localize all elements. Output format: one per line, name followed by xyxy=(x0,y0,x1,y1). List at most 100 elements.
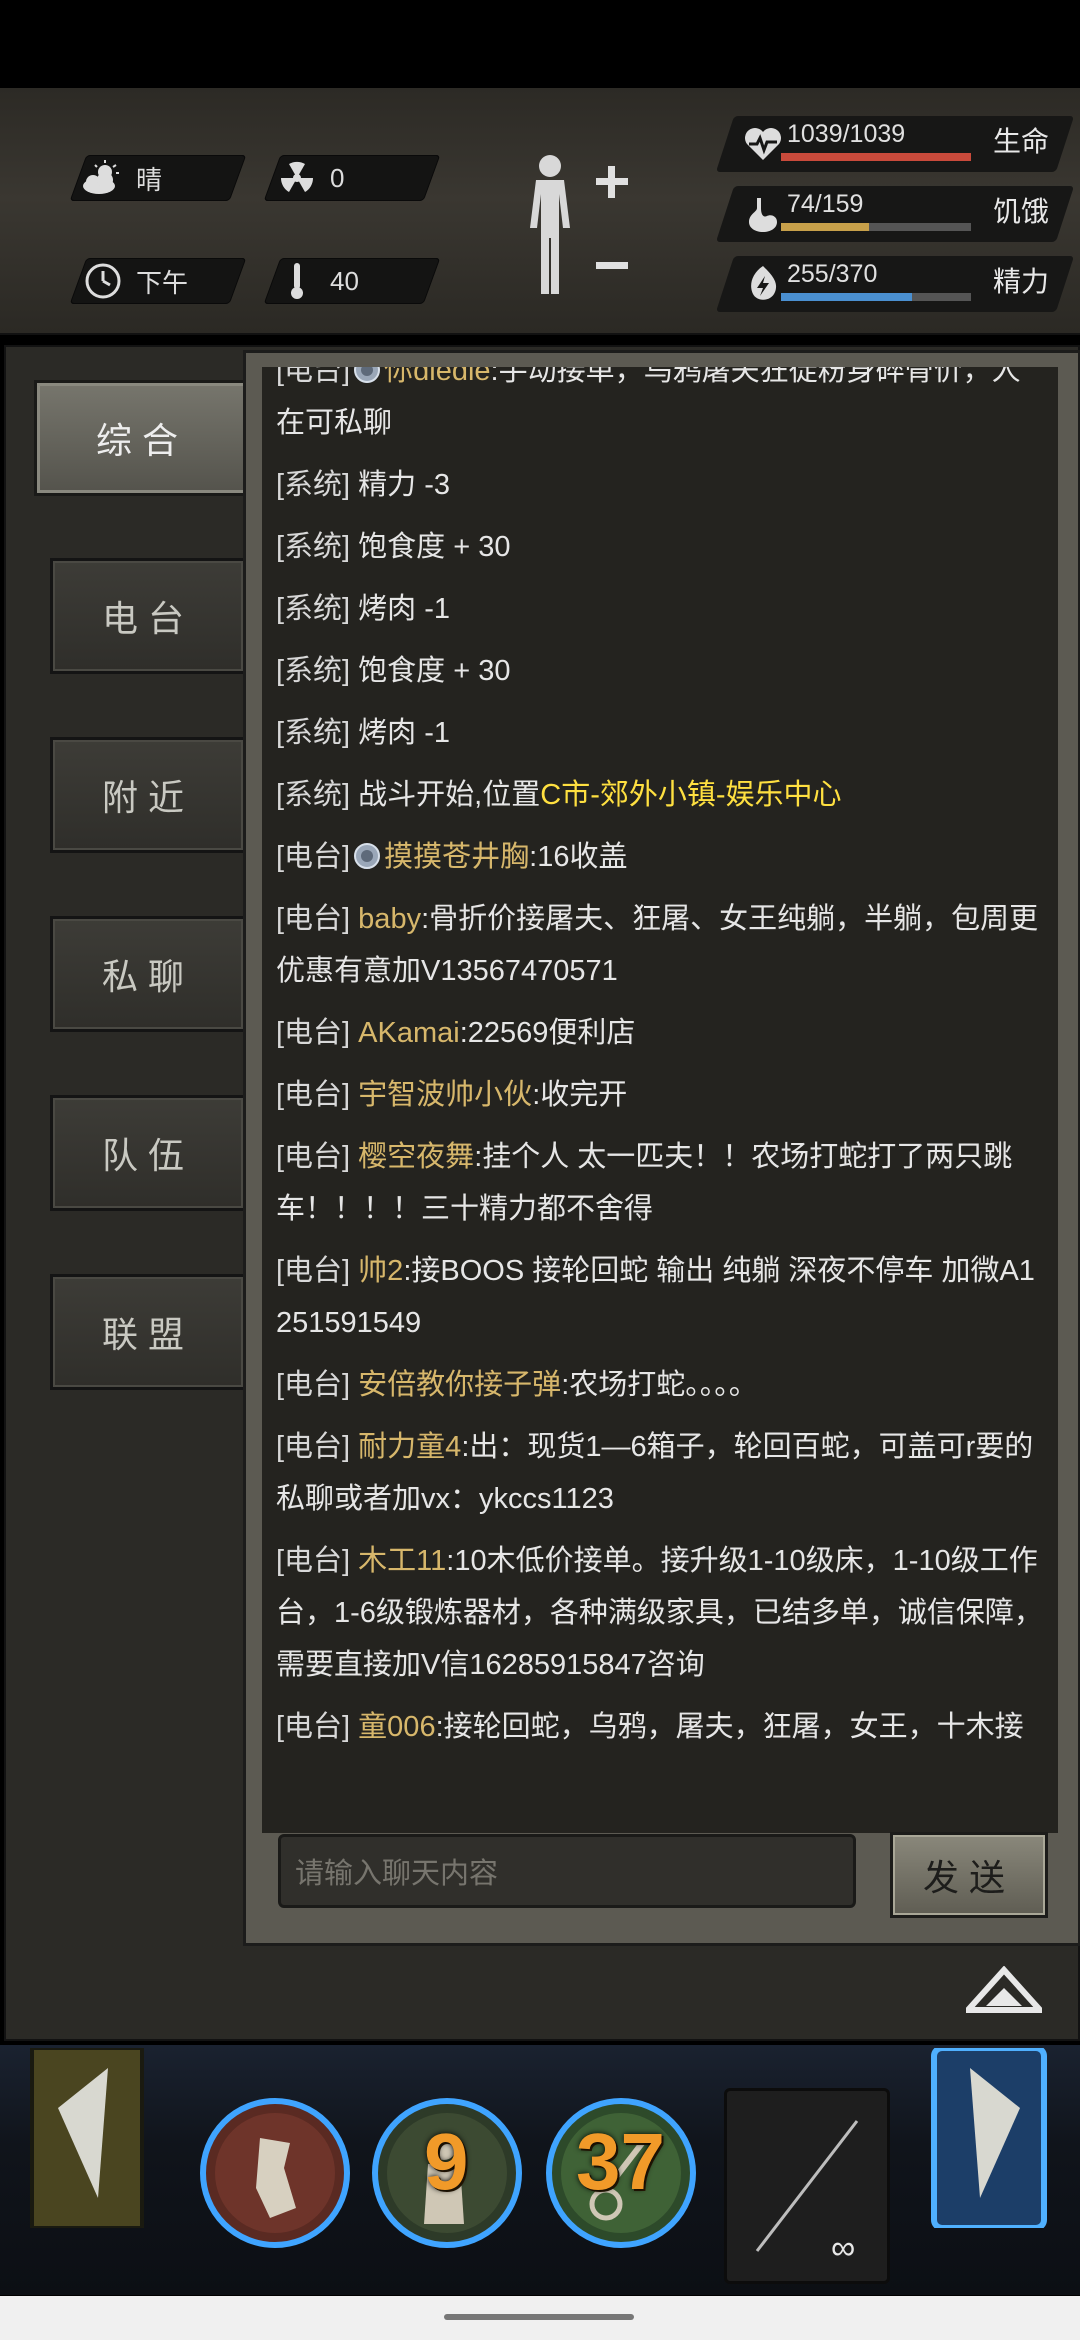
chat-message-list[interactable]: [电台] 你diedie:手动接单，乌鸦屠夫狂徒粉身碎骨价，人在可私聊 [系统] 精… xyxy=(262,367,1058,1833)
action-bar xyxy=(0,2045,1080,2295)
stat-energy: 255/370 精力 xyxy=(715,256,1075,312)
message-channel: [系统] xyxy=(276,655,351,687)
next-page-button[interactable] xyxy=(930,2045,1050,2231)
energy-value: 255/370 xyxy=(787,260,878,288)
heart-pulse-icon xyxy=(743,124,783,164)
message-text: :22569便利店 xyxy=(459,1017,636,1049)
energy-icon xyxy=(743,264,783,304)
message-channel: [系统] xyxy=(276,779,351,811)
skill-2-count: 9 xyxy=(424,2117,469,2206)
medal-icon xyxy=(352,836,382,869)
message-text: 烤肉 -1 xyxy=(350,717,451,749)
time-indicator: 下午 xyxy=(69,258,247,304)
message-sender[interactable]: AKamai xyxy=(350,1017,460,1049)
status-bar xyxy=(0,0,1080,88)
radiation-indicator: 0 xyxy=(263,155,441,201)
message-sender[interactable]: 帅2 xyxy=(350,1255,403,1287)
weather-label: 晴 xyxy=(136,164,163,195)
weapon-slot[interactable]: ∞ xyxy=(724,2088,890,2284)
chat-message: [电台] 你diedie:手动接单，乌鸦屠夫狂徒粉身碎骨价，人在可私聊 xyxy=(276,367,1046,449)
message-channel: [系统] xyxy=(276,531,351,563)
message-channel: [电台] xyxy=(276,1255,351,1287)
time-of-day-label: 下午 xyxy=(136,267,189,298)
message-text: :接轮回蛇，乌鸦，屠夫，狂屠，女王，十木接 xyxy=(435,1711,1024,1743)
skill-slot-3[interactable]: 37 xyxy=(546,2098,696,2248)
message-sender[interactable]: 宇智波帅小伙 xyxy=(350,1079,532,1111)
energy-label: 精力 xyxy=(993,266,1050,297)
stat-health: 1039/1039 生命 xyxy=(715,116,1075,172)
message-sender[interactable]: 樱空夜舞 xyxy=(350,1141,474,1173)
health-label: 生命 xyxy=(993,126,1050,157)
chat-input[interactable]: 请输入聊天内容 xyxy=(278,1834,856,1908)
tab-alliance[interactable]: 联盟 xyxy=(50,1274,246,1390)
message-sender[interactable]: 木工11 xyxy=(350,1545,446,1577)
message-sender[interactable]: 安倍教你接子弹 xyxy=(350,1369,561,1401)
message-sender[interactable]: 耐力童4 xyxy=(350,1431,461,1463)
temperature-indicator: 40 xyxy=(263,258,441,304)
hud-panel: 晴 0 下午 40 1039/1039 生命 74/159 饥饿 255/370… xyxy=(0,88,1080,335)
message-text: 精力 -3 xyxy=(350,469,451,501)
chat-panel: [电台] 你diedie:手动接单，乌鸦屠夫狂徒粉身碎骨价，人在可私聊 [系统] 精… xyxy=(243,350,1080,1946)
sunny-cloud-icon xyxy=(78,160,128,196)
hunger-label: 饥饿 xyxy=(993,196,1050,227)
message-channel: [系统] xyxy=(276,469,351,501)
chat-message: [系统] 战斗开始,位置C市-郊外小镇-娱乐中心 xyxy=(276,769,1046,821)
energy-bar xyxy=(781,293,971,301)
message-channel: [电台] xyxy=(276,1079,351,1111)
message-channel: [电台] xyxy=(276,903,351,935)
chat-message: [系统] 烤肉 -1 xyxy=(276,583,1046,635)
message-channel: [电台] xyxy=(276,1545,351,1577)
send-button[interactable]: 发送 xyxy=(890,1832,1048,1918)
message-text: :农场打蛇。。。。 xyxy=(561,1369,758,1401)
skill-slot-1[interactable] xyxy=(200,2098,350,2248)
message-sender[interactable]: 你diedie xyxy=(384,367,490,387)
chat-message: [系统] 饱食度 + 30 xyxy=(276,645,1046,697)
infinite-ammo-label: ∞ xyxy=(831,2229,856,2267)
message-channel: [电台] xyxy=(276,367,351,387)
tab-nearby[interactable]: 附近 xyxy=(50,737,246,853)
message-sender[interactable]: 童006 xyxy=(350,1711,435,1743)
tab-team[interactable]: 队伍 xyxy=(50,1095,246,1211)
message-channel: [电台] xyxy=(276,1017,351,1049)
chat-message: [电台] 安倍教你接子弹:农场打蛇。。。。 xyxy=(276,1359,1046,1411)
health-value: 1039/1039 xyxy=(787,120,906,148)
medal-icon xyxy=(352,367,382,383)
chat-message: [电台] AKamai:22569便利店 xyxy=(276,1007,1046,1059)
chat-message: [系统] 饱食度 + 30 xyxy=(276,521,1046,573)
message-location-link[interactable]: C市-郊外小镇-娱乐中心 xyxy=(540,779,841,811)
hunger-value: 74/159 xyxy=(787,190,864,218)
skill-slot-2[interactable]: 9 xyxy=(372,2098,522,2248)
system-nav-bar xyxy=(0,2296,1080,2340)
message-text: 战斗开始,位置 xyxy=(350,779,541,811)
skill-3-count: 37 xyxy=(576,2117,665,2206)
prev-page-button[interactable] xyxy=(28,2046,148,2230)
chat-message: [电台] 宇智波帅小伙:收完开 xyxy=(276,1069,1046,1121)
chat-message: [系统] 精力 -3 xyxy=(276,459,1046,511)
chat-message: [电台] 童006:接轮回蛇，乌鸦，屠夫，狂屠，女王，十木接 xyxy=(276,1701,1046,1753)
message-channel: [电台] xyxy=(276,1711,351,1743)
home-gesture-handle[interactable] xyxy=(444,2314,634,2320)
collapse-chat-button[interactable] xyxy=(961,1965,1047,2016)
thermometer-icon xyxy=(272,261,322,301)
clock-icon xyxy=(78,262,128,300)
weather-indicator: 晴 xyxy=(69,155,247,201)
character-body-button[interactable] xyxy=(520,150,630,310)
message-channel: [电台] xyxy=(276,1141,351,1173)
message-sender[interactable]: baby xyxy=(350,903,421,935)
radiation-value: 0 xyxy=(330,162,345,193)
tab-radio[interactable]: 电台 xyxy=(50,558,246,674)
hunger-bar xyxy=(781,223,971,231)
message-text: 烤肉 -1 xyxy=(350,593,451,625)
message-text: :收完开 xyxy=(532,1079,628,1111)
message-channel: [电台] xyxy=(276,1369,351,1401)
tab-private[interactable]: 私聊 xyxy=(50,916,246,1032)
chat-message: [电台] 耐力童4:出：现货1—6箱子，轮回百蛇，可盖可r要的私聊或者加vx：y… xyxy=(276,1421,1046,1525)
message-text: 饱食度 + 30 xyxy=(350,531,511,563)
message-channel: [电台] xyxy=(276,1431,351,1463)
chat-message: [电台] 樱空夜舞:挂个人 太一匹夫！！农场打蛇打了两只跳车！！！！三十精力都不… xyxy=(276,1131,1046,1235)
message-channel: [系统] xyxy=(276,593,351,625)
chat-message: [电台] 摸摸苍井胸:16收盖 xyxy=(276,831,1046,883)
message-sender[interactable]: 摸摸苍井胸 xyxy=(384,841,529,873)
tab-general[interactable]: 综合 xyxy=(34,380,250,496)
temperature-value: 40 xyxy=(330,265,359,296)
